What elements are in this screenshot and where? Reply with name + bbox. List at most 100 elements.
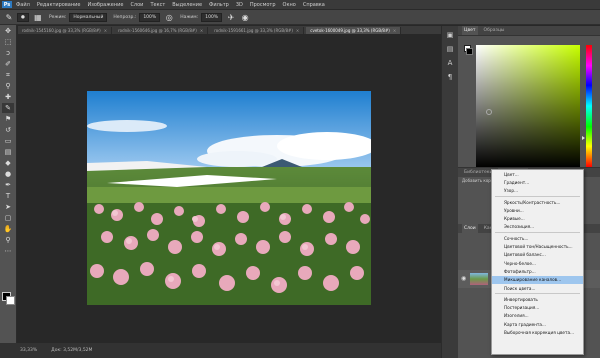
menu-edit[interactable]: Редактирование — [37, 2, 81, 8]
tab-libraries[interactable]: Библиотеки — [462, 170, 494, 175]
tab-label: rodnik-1560646.jpg @ 16,7% (RGB/8#) — [118, 28, 197, 33]
hand-tool-icon[interactable]: ✋ — [2, 224, 14, 234]
paragraph-icon[interactable]: ¶ — [445, 72, 455, 82]
document-image[interactable] — [87, 91, 371, 305]
background-color-swatch[interactable] — [6, 296, 15, 305]
mode-select[interactable]: Нормальный — [69, 12, 108, 22]
tab-document-4[interactable]: cvetok-1600049.jpg @ 33,3% (RGB/8#) × — [306, 27, 402, 34]
menu-item[interactable]: Цвет... — [492, 170, 583, 178]
hue-slider[interactable] — [586, 45, 592, 167]
opacity-field[interactable]: 100% — [139, 12, 161, 22]
menu-item[interactable]: Карта градиента... — [492, 320, 583, 328]
type-tool-icon[interactable]: T — [2, 191, 14, 201]
menu-item[interactable]: Градиент... — [492, 178, 583, 186]
marquee-tool-icon[interactable]: ⬚ — [2, 37, 14, 47]
crop-tool-icon[interactable]: ⌗ — [2, 70, 14, 80]
menu-select[interactable]: Выделение — [172, 2, 202, 8]
layer-thumbnail — [470, 273, 488, 285]
menu-item[interactable]: Цветовой тон/Насыщенность... — [492, 242, 583, 250]
history-brush-tool-icon[interactable]: ↺ — [2, 125, 14, 135]
quick-select-tool-icon[interactable]: ✐ — [2, 59, 14, 69]
photoshop-logo: Ps — [2, 1, 12, 8]
color-panel-tabs: Цвет Образцы — [458, 26, 600, 36]
close-icon[interactable]: × — [104, 28, 107, 33]
tab-layers[interactable]: Слои — [462, 224, 478, 233]
menu-item[interactable]: Сочность... — [492, 234, 583, 242]
zoom-level[interactable]: 33,33% — [20, 348, 37, 353]
clone-stamp-tool-icon[interactable]: ⚑ — [2, 114, 14, 124]
move-tool-icon[interactable]: ✥ — [2, 26, 14, 36]
menu-file[interactable]: Файл — [16, 2, 30, 8]
zoom-tool-icon[interactable]: ⚲ — [2, 235, 14, 245]
document-tabs: rodnik-1545160.jpg @ 33,3% (RGB/8#) × rod… — [18, 26, 448, 34]
path-select-tool-icon[interactable]: ➤ — [2, 202, 14, 212]
gradient-tool-icon[interactable]: ▤ — [2, 147, 14, 157]
menu-item[interactable]: Инвертировать — [492, 295, 583, 303]
pressure-size-icon[interactable]: ◉ — [240, 12, 250, 22]
menu-image[interactable]: Изображение — [87, 2, 123, 8]
menu-3d[interactable]: 3D — [236, 2, 243, 8]
character-icon[interactable]: A — [445, 58, 455, 68]
menu-separator — [495, 232, 580, 234]
healing-brush-tool-icon[interactable]: ✚ — [2, 92, 14, 102]
airbrush-icon[interactable]: ✈ — [226, 12, 236, 22]
menu-item[interactable]: Изогелия... — [492, 312, 583, 320]
eraser-tool-icon[interactable]: ▭ — [2, 136, 14, 146]
panel-background-swatch[interactable] — [466, 48, 473, 55]
menu-item[interactable]: Экспозиция... — [492, 223, 583, 231]
menu-item[interactable]: Поиск цвета... — [492, 284, 583, 292]
brush-size-field[interactable]: ● — [17, 12, 29, 22]
properties-icon[interactable]: ▤ — [445, 44, 455, 54]
menu-item[interactable]: Кривые... — [492, 214, 583, 222]
menu-filter[interactable]: Фильтр — [209, 2, 229, 8]
tab-color[interactable]: Цвет — [462, 26, 478, 35]
tab-label: rodnik-1591661.jpg @ 33,3% (RGB/8#) — [214, 28, 293, 33]
menu-item[interactable]: Микширование каналов... — [492, 275, 583, 284]
color-picker-field[interactable] — [476, 45, 580, 167]
eyedropper-tool-icon[interactable]: ⚲ — [2, 81, 14, 91]
menu-item[interactable]: Яркость/Контрастность... — [492, 198, 583, 206]
menu-item[interactable]: Фотофильтр... — [492, 267, 583, 275]
tab-document-2[interactable]: rodnik-1560646.jpg @ 16,7% (RGB/8#) × — [114, 27, 209, 34]
menu-item[interactable]: Узор... — [492, 187, 583, 195]
close-icon[interactable]: × — [200, 28, 203, 33]
menu-view[interactable]: Просмотр — [250, 2, 276, 8]
close-icon[interactable]: × — [393, 28, 396, 33]
brush-tool-icon[interactable]: ✎ — [2, 103, 14, 113]
dodge-tool-icon[interactable]: ● — [2, 169, 14, 179]
menu-item[interactable]: Постеризация... — [492, 303, 583, 311]
brush-preset-icon[interactable]: ✎ — [4, 12, 14, 22]
eye-icon[interactable]: ◉ — [461, 275, 466, 282]
menu-type[interactable]: Текст — [150, 2, 165, 8]
hue-slider-marker[interactable] — [582, 136, 585, 140]
tab-swatches[interactable]: Образцы — [482, 28, 507, 33]
document-size: Док: 3,52M/3,52M — [51, 348, 93, 353]
menu-window[interactable]: Окно — [283, 2, 296, 8]
menu-item[interactable]: Черно-белое... — [492, 259, 583, 267]
tab-label: rodnik-1545160.jpg @ 33,3% (RGB/8#) — [22, 28, 101, 33]
menu-item[interactable]: Уровни... — [492, 206, 583, 214]
panel-icon-strip: ▣ ▤ A ¶ — [441, 26, 459, 358]
color-picker-marker[interactable] — [486, 109, 492, 115]
menu-item[interactable]: Цветовой баланс... — [492, 251, 583, 259]
more-tools-icon[interactable]: ⋯ — [2, 246, 14, 256]
close-icon[interactable]: × — [296, 28, 299, 33]
tab-label: cvetok-1600049.jpg @ 33,3% (RGB/8#) — [310, 28, 390, 33]
menu-item[interactable]: Выборочная коррекция цвета... — [492, 328, 583, 336]
flow-label: Нажим: — [180, 14, 199, 20]
menu-bar: Ps Файл Редактирование Изображение Слои … — [0, 0, 600, 10]
tab-document-3[interactable]: rodnik-1591661.jpg @ 33,3% (RGB/8#) × — [210, 27, 305, 34]
history-icon[interactable]: ▣ — [445, 30, 455, 40]
meadow-photo — [87, 91, 371, 305]
menu-layers[interactable]: Слои — [130, 2, 143, 8]
tab-document-1[interactable]: rodnik-1545160.jpg @ 33,3% (RGB/8#) × — [18, 27, 113, 34]
menu-separator — [495, 195, 580, 197]
menu-help[interactable]: Справка — [303, 2, 325, 8]
flow-field[interactable]: 100% — [201, 12, 223, 22]
pen-tool-icon[interactable]: ✒ — [2, 180, 14, 190]
brush-panel-icon[interactable]: ▦ — [33, 12, 43, 22]
lasso-tool-icon[interactable]: ↄ — [2, 48, 14, 58]
blur-tool-icon[interactable]: ◆ — [2, 158, 14, 168]
pressure-opacity-icon[interactable]: ◎ — [164, 12, 174, 22]
shape-tool-icon[interactable]: ▢ — [2, 213, 14, 223]
